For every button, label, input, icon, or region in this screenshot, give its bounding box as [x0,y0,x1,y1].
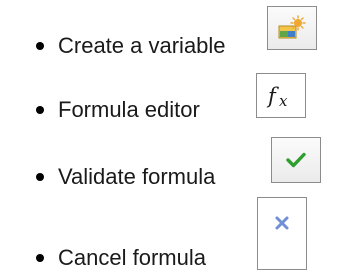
checkmark-icon [286,152,306,168]
validate-formula-label: Validate formula [58,164,216,189]
cancel-x-icon [275,216,289,229]
formula-editor-label: Formula editor [58,97,200,122]
bullet-icon [36,173,44,181]
create-variable-icon [278,15,306,39]
formula-editor-button[interactable]: f x [256,73,306,118]
bullet-icon [36,106,44,114]
formula-fx-icon: f x [266,84,288,110]
create-variable-label: Create a variable [58,33,226,58]
validate-formula-button[interactable] [271,137,321,183]
svg-text:f: f [266,84,279,108]
cancel-formula-button[interactable] [257,197,307,270]
svg-text:x: x [279,92,288,110]
cancel-formula-label: Cancel formula [58,245,206,270]
create-variable-button[interactable] [267,6,317,50]
bullet-icon [36,42,44,50]
bullet-icon [36,254,44,262]
